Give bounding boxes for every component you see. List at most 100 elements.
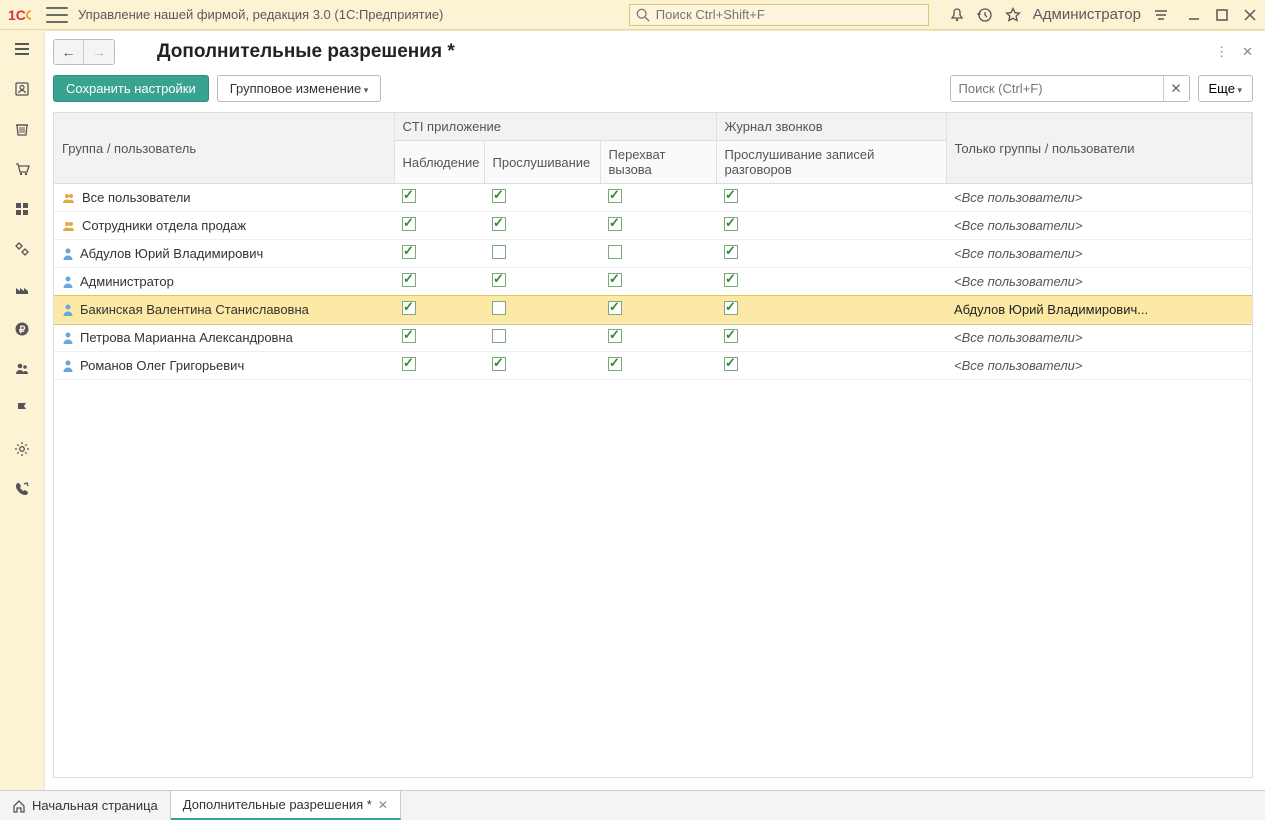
section-factory-icon[interactable] bbox=[11, 278, 33, 300]
table-search-clear-button[interactable]: ✕ bbox=[1163, 76, 1189, 101]
checkbox-listen[interactable] bbox=[492, 217, 506, 231]
checkbox-listen[interactable] bbox=[492, 189, 506, 203]
row-name: Романов Олег Григорьевич bbox=[80, 358, 244, 373]
checkbox-watch[interactable] bbox=[402, 301, 416, 315]
row-only-cell[interactable]: <Все пользователи> bbox=[946, 184, 1252, 212]
table-search-input[interactable] bbox=[951, 76, 1163, 101]
table-row[interactable]: Абдулов Юрий Владимирович <Все пользовате… bbox=[54, 240, 1252, 268]
checkbox-listen[interactable] bbox=[492, 301, 506, 315]
page-title: Дополнительные разрешения * bbox=[157, 41, 455, 63]
global-search[interactable] bbox=[629, 4, 929, 26]
checkbox-intercept[interactable] bbox=[608, 273, 622, 287]
col-header-listen[interactable]: Прослушивание bbox=[484, 141, 600, 184]
search-icon bbox=[636, 8, 650, 22]
app-title: Управление нашей фирмой, редакция 3.0 (1… bbox=[78, 7, 443, 22]
checkbox-intercept[interactable] bbox=[608, 301, 622, 315]
section-cart-icon[interactable] bbox=[11, 158, 33, 180]
current-user-label[interactable]: Администратор bbox=[1033, 6, 1141, 23]
col-header-user[interactable]: Группа / пользователь bbox=[54, 113, 394, 184]
window-close-icon[interactable] bbox=[1243, 8, 1257, 22]
nav-forward-button[interactable]: → bbox=[84, 40, 114, 64]
history-icon[interactable] bbox=[977, 7, 993, 23]
checkbox-intercept[interactable] bbox=[608, 217, 622, 231]
section-contacts-icon[interactable] bbox=[11, 78, 33, 100]
page-more-icon[interactable]: ⋮ bbox=[1215, 44, 1228, 60]
section-gear-icon[interactable] bbox=[11, 438, 33, 460]
save-button[interactable]: Сохранить настройки bbox=[53, 75, 209, 102]
checkbox-listen[interactable] bbox=[492, 357, 506, 371]
page-close-icon[interactable]: ✕ bbox=[1242, 44, 1253, 60]
row-only-cell[interactable]: <Все пользователи> bbox=[946, 240, 1252, 268]
section-sidebar: ₽ bbox=[0, 30, 44, 790]
star-icon[interactable] bbox=[1005, 7, 1021, 23]
table-row[interactable]: Романов Олег Григорьевич <Все пользовател… bbox=[54, 352, 1252, 380]
window-maximize-icon[interactable] bbox=[1215, 8, 1229, 22]
section-menu-icon[interactable] bbox=[11, 38, 33, 60]
section-flag-icon[interactable] bbox=[11, 398, 33, 420]
checkbox-listen[interactable] bbox=[492, 329, 506, 343]
checkbox-intercept[interactable] bbox=[608, 329, 622, 343]
section-grid-icon[interactable] bbox=[11, 198, 33, 220]
col-header-only[interactable]: Только группы / пользователи bbox=[946, 113, 1252, 184]
nav-back-button[interactable]: ← bbox=[54, 40, 84, 64]
checkbox-records[interactable] bbox=[724, 245, 738, 259]
section-trash-icon[interactable] bbox=[11, 118, 33, 140]
global-search-input[interactable] bbox=[654, 6, 922, 23]
table-row[interactable]: Петрова Марианна Александровна<Все польз… bbox=[54, 324, 1252, 352]
tab-current[interactable]: Дополнительные разрешения * ✕ bbox=[171, 791, 401, 820]
table-row[interactable]: Бакинская Валентина Станиславовна Абдулов… bbox=[54, 296, 1252, 324]
checkbox-listen[interactable] bbox=[492, 273, 506, 287]
tab-home[interactable]: Начальная страница bbox=[0, 791, 171, 820]
row-only-cell[interactable]: Абдулов Юрий Владимирович... bbox=[946, 296, 1252, 324]
window-minimize-icon[interactable] bbox=[1187, 8, 1201, 22]
checkbox-watch[interactable] bbox=[402, 273, 416, 287]
row-only-cell[interactable]: <Все пользователи> bbox=[946, 212, 1252, 240]
table-search: ✕ bbox=[950, 75, 1190, 102]
checkbox-listen[interactable] bbox=[492, 245, 506, 259]
table-row[interactable]: Администратор<Все пользователи> bbox=[54, 268, 1252, 296]
checkbox-records[interactable] bbox=[724, 357, 738, 371]
checkbox-watch[interactable] bbox=[402, 329, 416, 343]
row-name: Сотрудники отдела продаж bbox=[82, 218, 246, 233]
col-header-log[interactable]: Журнал звонков bbox=[716, 113, 946, 141]
section-phone-icon[interactable] bbox=[11, 478, 33, 500]
checkbox-intercept[interactable] bbox=[608, 189, 622, 203]
permissions-table: Группа / пользователь CTI приложение Жур… bbox=[53, 112, 1253, 778]
col-header-cti[interactable]: CTI приложение bbox=[394, 113, 716, 141]
section-people-icon[interactable] bbox=[11, 358, 33, 380]
checkbox-records[interactable] bbox=[724, 329, 738, 343]
tab-close-icon[interactable]: ✕ bbox=[378, 798, 388, 812]
checkbox-watch[interactable] bbox=[402, 189, 416, 203]
table-row[interactable]: Сотрудники отдела продаж <Все пользовател… bbox=[54, 212, 1252, 240]
bell-icon[interactable] bbox=[949, 7, 965, 23]
checkbox-watch[interactable] bbox=[402, 357, 416, 371]
group-icon bbox=[62, 220, 76, 232]
main-menu-button[interactable] bbox=[46, 7, 68, 23]
checkbox-records[interactable] bbox=[724, 189, 738, 203]
col-header-watch[interactable]: Наблюдение bbox=[394, 141, 484, 184]
settings-lines-icon[interactable] bbox=[1153, 7, 1169, 23]
checkbox-intercept[interactable] bbox=[608, 245, 622, 259]
row-name: Абдулов Юрий Владимирович bbox=[80, 246, 263, 261]
more-button[interactable]: Еще bbox=[1198, 75, 1253, 102]
checkbox-intercept[interactable] bbox=[608, 357, 622, 371]
main-area: ← → Дополнительные разрешения * ⋮ ✕ Сохр… bbox=[44, 30, 1265, 790]
row-only-cell[interactable]: <Все пользователи> bbox=[946, 324, 1252, 352]
checkbox-records[interactable] bbox=[724, 273, 738, 287]
checkbox-watch[interactable] bbox=[402, 217, 416, 231]
home-icon bbox=[12, 799, 26, 813]
section-tools-icon[interactable] bbox=[11, 238, 33, 260]
col-header-intercept[interactable]: Перехват вызова bbox=[600, 141, 716, 184]
checkbox-records[interactable] bbox=[724, 217, 738, 231]
row-name: Бакинская Валентина Станиславовна bbox=[80, 302, 309, 317]
section-ruble-icon[interactable]: ₽ bbox=[11, 318, 33, 340]
checkbox-records[interactable] bbox=[724, 301, 738, 315]
row-only-cell[interactable]: <Все пользователи> bbox=[946, 352, 1252, 380]
user-icon bbox=[62, 331, 74, 345]
checkbox-watch[interactable] bbox=[402, 245, 416, 259]
group-change-button[interactable]: Групповое изменение bbox=[217, 75, 382, 102]
title-bar: 1С Управление нашей фирмой, редакция 3.0… bbox=[0, 0, 1265, 30]
row-only-cell[interactable]: <Все пользователи> bbox=[946, 268, 1252, 296]
table-row[interactable]: Все пользователи<Все пользователи> bbox=[54, 184, 1252, 212]
col-header-records[interactable]: Прослушивание записей разговоров bbox=[716, 141, 946, 184]
